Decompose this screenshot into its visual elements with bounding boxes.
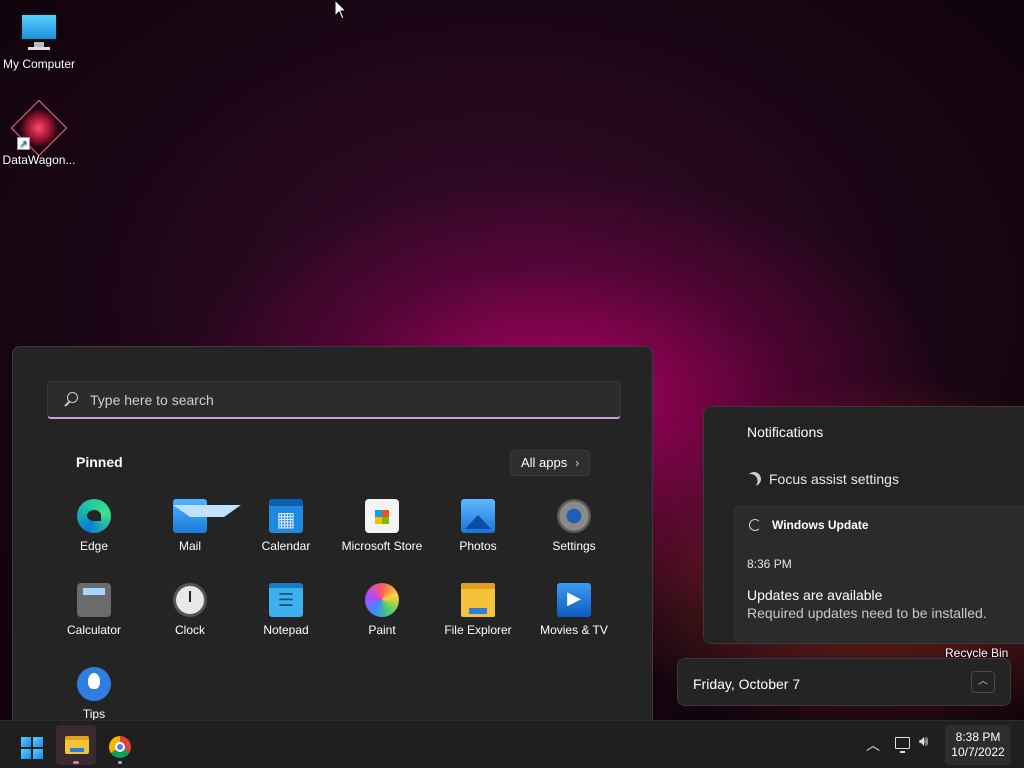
pinned-app-label: Settings <box>552 539 596 553</box>
gear-icon <box>557 499 591 533</box>
desktop-icon-datawagon[interactable]: ↗ DataWagon... <box>0 99 78 167</box>
active-indicator <box>73 761 79 764</box>
network-icon[interactable] <box>895 737 910 753</box>
lightbulb-icon <box>77 667 111 701</box>
pinned-app-label: Notepad <box>263 623 309 637</box>
pinned-app-settings[interactable]: Settings <box>526 497 622 581</box>
taskbar-chrome[interactable] <box>100 725 140 765</box>
start-button[interactable] <box>12 725 52 765</box>
pinned-heading: Pinned <box>76 454 123 470</box>
running-indicator <box>118 761 122 764</box>
chevron-up-icon: ︿ <box>978 676 988 687</box>
focus-assist-settings-link[interactable]: Focus assist settings <box>747 471 899 487</box>
all-apps-label: All apps <box>521 455 568 470</box>
pinned-app-label: Photos <box>459 539 497 553</box>
start-menu: Pinned All apps › Edge Mail Calendar Micr… <box>12 346 653 726</box>
chevron-right-icon: › <box>575 456 580 470</box>
pinned-app-label: Paint <box>368 623 396 637</box>
all-apps-button[interactable]: All apps › <box>510 450 591 476</box>
pinned-app-label: File Explorer <box>444 623 512 637</box>
taskbar-clock[interactable]: 8:38 PM 10/7/2022 <box>945 725 1011 765</box>
pinned-app-edge[interactable]: Edge <box>46 497 142 581</box>
pinned-app-file-explorer[interactable]: File Explorer <box>430 581 526 665</box>
start-search-box[interactable] <box>47 381 621 419</box>
datawagon-app-icon: ↗ <box>10 99 68 157</box>
shortcut-arrow-icon: ↗ <box>17 137 30 150</box>
monitor-icon <box>17 10 61 54</box>
notification-title: Updates are available <box>747 587 883 603</box>
clock-date: 10/7/2022 <box>951 745 1005 759</box>
pinned-app-label: Clock <box>174 623 205 637</box>
pinned-app-microsoft-store[interactable]: Microsoft Store <box>334 497 430 581</box>
photos-icon <box>461 499 495 533</box>
search-input[interactable] <box>90 391 590 408</box>
file-explorer-icon <box>65 736 89 754</box>
windows-start-icon <box>21 737 43 759</box>
search-icon <box>62 391 78 408</box>
pinned-app-label: Calculator <box>66 623 122 637</box>
notepad-icon <box>269 583 303 617</box>
pinned-app-label: Microsoft Store <box>341 539 423 553</box>
notification-app-header: Windows Update <box>749 518 869 532</box>
notifications-heading: Notifications <box>747 424 824 440</box>
pinned-app-calculator[interactable]: Calculator <box>46 581 142 665</box>
notification-time: 8:36 PM <box>747 557 792 571</box>
pinned-app-label: Movies & TV <box>540 623 608 637</box>
mail-icon <box>173 499 241 533</box>
clock-icon <box>173 583 207 617</box>
pinned-app-label: Calendar <box>261 539 311 553</box>
pinned-app-label: Edge <box>79 539 109 553</box>
movies-icon <box>557 583 591 617</box>
taskbar-file-explorer[interactable] <box>56 725 96 765</box>
notification-card-windows-update[interactable]: Windows Update 8:36 PM Updates are avail… <box>733 505 1024 643</box>
store-icon <box>365 499 399 533</box>
pinned-app-photos[interactable]: Photos <box>430 497 526 581</box>
pinned-app-clock[interactable]: Clock <box>142 581 238 665</box>
pinned-app-mail[interactable]: Mail <box>142 497 241 581</box>
pinned-app-notepad[interactable]: Notepad <box>238 581 334 665</box>
pinned-app-paint[interactable]: Paint <box>334 581 430 665</box>
paint-icon <box>365 583 399 617</box>
notification-body: Required updates need to be installed. <box>747 605 987 621</box>
calculator-icon <box>77 583 111 617</box>
volume-icon[interactable]: 🔊︎ <box>919 733 928 750</box>
refresh-icon <box>749 519 761 531</box>
calendar-icon <box>269 499 303 533</box>
focus-assist-label: Focus assist settings <box>769 471 899 487</box>
collapse-calendar-button[interactable]: ︿ <box>971 671 995 693</box>
pinned-app-movies-tv[interactable]: Movies & TV <box>526 581 622 665</box>
calendar-flyout: Friday, October 7 ︿ <box>677 658 1011 706</box>
notification-app-name: Windows Update <box>772 518 869 532</box>
pinned-app-label: Tips <box>82 707 106 721</box>
chrome-icon <box>109 736 131 758</box>
calendar-date-heading: Friday, October 7 <box>693 676 801 692</box>
taskbar: ︿ 🔊︎ 8:38 PM 10/7/2022 <box>0 720 1024 768</box>
clock-time: 8:38 PM <box>955 730 1001 744</box>
moon-icon <box>744 469 763 488</box>
edge-icon <box>77 499 111 533</box>
desktop-icon-my-computer[interactable]: My Computer <box>0 10 78 71</box>
show-hidden-icons-chevron-icon[interactable]: ︿ <box>866 735 880 755</box>
folder-icon <box>461 583 495 617</box>
pinned-app-calendar[interactable]: Calendar <box>238 497 334 581</box>
pinned-app-label: Mail <box>178 539 201 553</box>
notification-center: Notifications Focus assist settings Wind… <box>703 406 1024 644</box>
pinned-apps-grid: Edge Mail Calendar Microsoft Store Photo… <box>46 497 622 749</box>
desktop-icon-label: My Computer <box>2 57 76 71</box>
